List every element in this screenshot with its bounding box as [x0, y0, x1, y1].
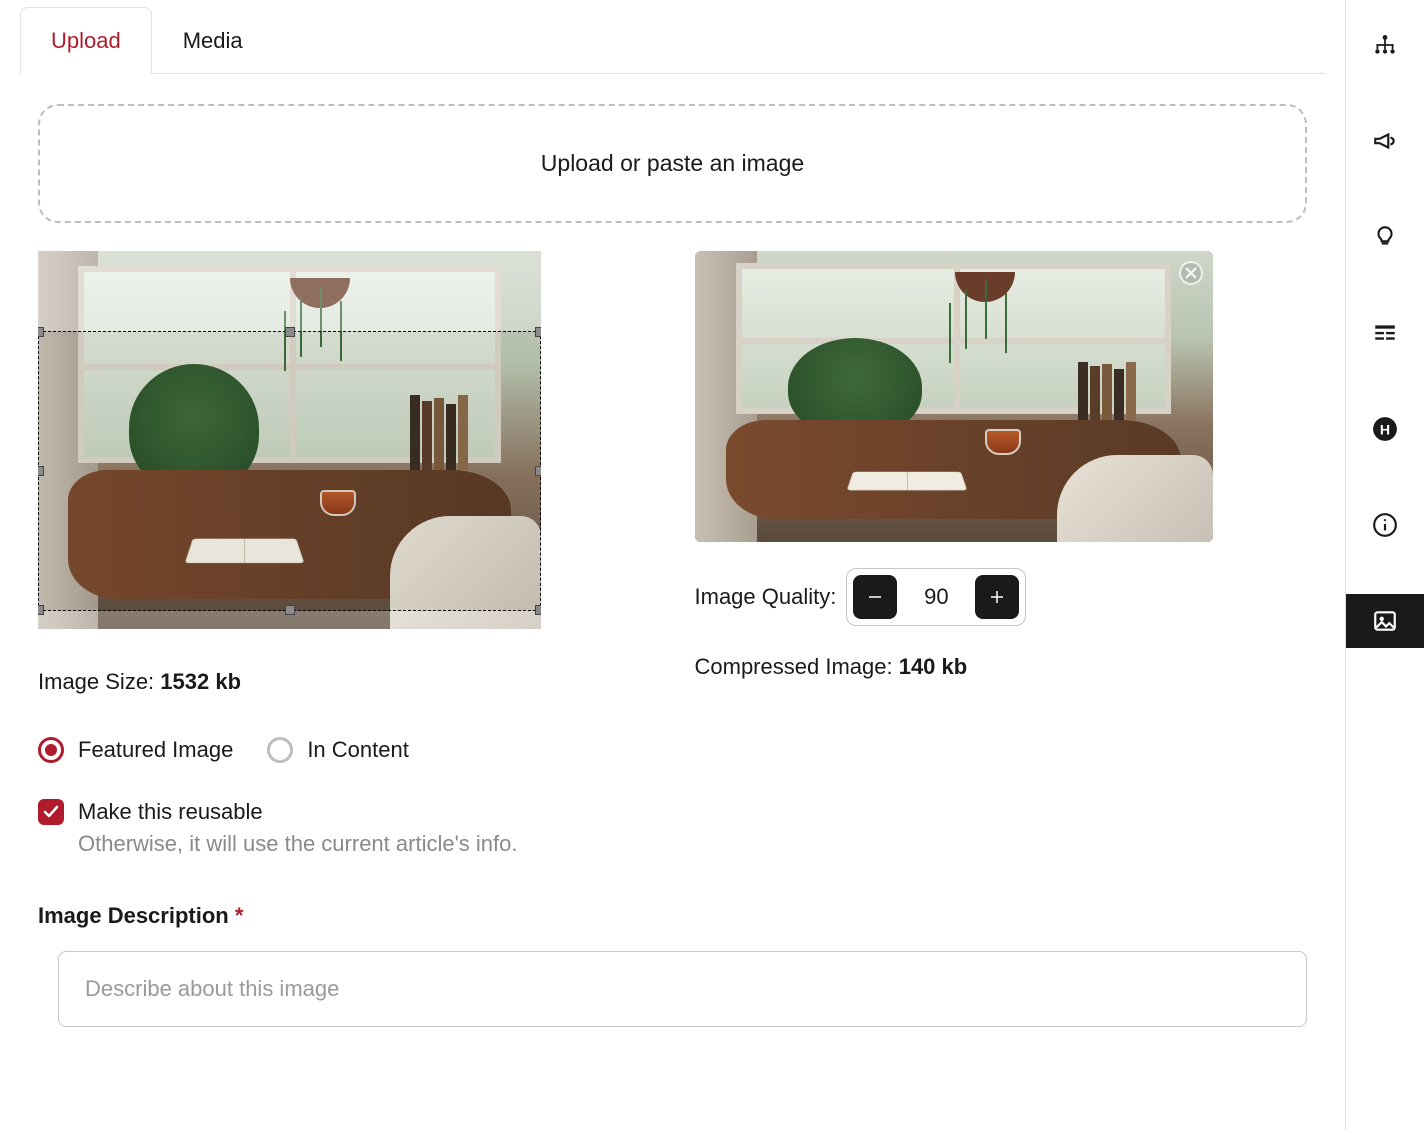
crop-handle-bm[interactable]	[285, 605, 295, 615]
image-size-value: 1532 kb	[160, 669, 241, 694]
sections-button[interactable]	[1346, 306, 1424, 360]
crop-handle-tl[interactable]	[38, 327, 44, 337]
radio-dot-icon	[267, 737, 293, 763]
image-size-label: Image Size:	[38, 669, 160, 694]
plus-icon	[988, 588, 1006, 606]
quality-value: 90	[901, 584, 971, 610]
radio-featured-image[interactable]: Featured Image	[38, 737, 233, 763]
sitemap-button[interactable]	[1346, 18, 1424, 72]
preview-image-column: Image Quality: 90 Compressed Image: 140 …	[695, 251, 1308, 695]
crop-handle-br[interactable]	[535, 605, 541, 615]
compressed-preview	[695, 251, 1213, 542]
crop-shade	[38, 251, 541, 331]
image-size-line: Image Size: 1532 kb	[38, 669, 651, 695]
headings-button[interactable]: H	[1346, 402, 1424, 456]
right-sidebar: H	[1346, 0, 1424, 1130]
crop-handle-bl[interactable]	[38, 605, 44, 615]
quality-decrease-button[interactable]	[853, 575, 897, 619]
crop-handle-tm[interactable]	[285, 327, 295, 337]
tabs: Upload Media	[20, 6, 1325, 74]
description-label: Image Description *	[20, 903, 1325, 929]
check-icon	[43, 804, 59, 820]
svg-text:H: H	[1380, 421, 1390, 437]
compressed-size-line: Compressed Image: 140 kb	[695, 654, 1308, 680]
image-panel-button[interactable]	[1346, 594, 1424, 648]
info-button[interactable]	[1346, 498, 1424, 552]
image-cropper[interactable]	[38, 251, 541, 629]
close-icon	[1185, 267, 1197, 279]
required-mark: *	[235, 903, 244, 928]
radio-in-content[interactable]: In Content	[267, 737, 409, 763]
image-quality-label: Image Quality:	[695, 584, 837, 610]
megaphone-icon	[1372, 128, 1398, 154]
compressed-size-label: Compressed Image:	[695, 654, 899, 679]
crop-handle-ml[interactable]	[38, 466, 44, 476]
rows-icon	[1372, 320, 1398, 346]
radio-dot-icon	[38, 737, 64, 763]
original-image-column: Image Size: 1532 kb	[38, 251, 651, 695]
upload-panel: Upload Media Upload or paste an image	[0, 0, 1346, 1130]
announce-button[interactable]	[1346, 114, 1424, 168]
crop-handle-mr[interactable]	[535, 466, 541, 476]
ideas-button[interactable]	[1346, 210, 1424, 264]
h-badge-icon: H	[1372, 416, 1398, 442]
image-description-input[interactable]	[58, 951, 1307, 1027]
reusable-checkbox[interactable]	[38, 799, 64, 825]
info-icon	[1372, 512, 1398, 538]
tab-media[interactable]: Media	[152, 7, 274, 74]
minus-icon	[866, 588, 884, 606]
lightbulb-icon	[1372, 224, 1398, 250]
radio-label: In Content	[307, 737, 409, 763]
image-icon	[1372, 608, 1398, 634]
sitemap-icon	[1372, 32, 1398, 58]
radio-label: Featured Image	[78, 737, 233, 763]
reusable-hint: Otherwise, it will use the current artic…	[20, 825, 1325, 857]
compressed-size-value: 140 kb	[899, 654, 968, 679]
placement-radio-group: Featured Image In Content	[20, 737, 1325, 763]
quality-stepper: 90	[846, 568, 1026, 626]
crop-handle-tr[interactable]	[535, 327, 541, 337]
upload-dropzone[interactable]: Upload or paste an image	[38, 104, 1307, 223]
tab-upload[interactable]: Upload	[20, 7, 152, 74]
crop-selection[interactable]	[38, 331, 541, 611]
quality-increase-button[interactable]	[975, 575, 1019, 619]
reusable-label: Make this reusable	[78, 799, 263, 825]
remove-preview-button[interactable]	[1179, 261, 1203, 285]
preview-image	[695, 251, 1213, 542]
